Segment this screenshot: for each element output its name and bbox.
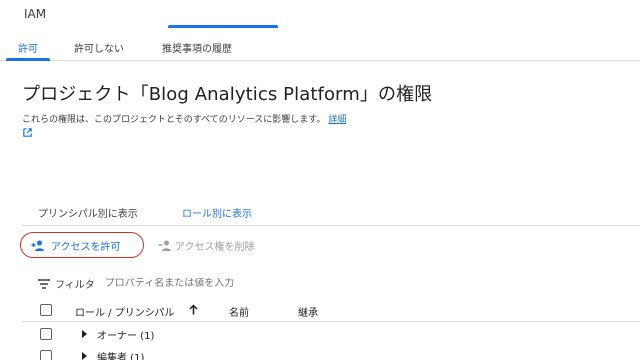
description-text: これらの権限は、このプロジェクトとそのすべてのリソースに影響します。 bbox=[22, 115, 326, 125]
row-checkbox[interactable] bbox=[40, 328, 52, 340]
row-checkbox[interactable] bbox=[40, 350, 52, 360]
column-name[interactable]: 名前 bbox=[229, 304, 249, 319]
filter-input[interactable] bbox=[104, 278, 305, 289]
view-tabs: プリンシパル別に表示 ロール別に表示 bbox=[22, 198, 640, 226]
filter-icon bbox=[38, 278, 50, 289]
select-all-checkbox[interactable] bbox=[40, 304, 52, 316]
page-title: プロジェクト「Blog Analytics Platform」の権限 bbox=[22, 84, 433, 105]
external-link-icon[interactable] bbox=[22, 127, 33, 138]
tab-allow[interactable]: 許可 bbox=[18, 40, 38, 55]
person-remove-icon bbox=[158, 240, 171, 251]
role-editor-label: 編集者 (1) bbox=[97, 353, 145, 360]
grant-access-button[interactable]: アクセスを許可 bbox=[20, 232, 144, 258]
app-title: IAM bbox=[24, 7, 47, 21]
top-bar: IAM bbox=[0, 0, 640, 30]
active-tab-indicator bbox=[6, 58, 50, 61]
tab-deny[interactable]: 許可しない bbox=[74, 40, 124, 55]
filter-label: フィルタ bbox=[55, 280, 95, 291]
view-tab-indicator bbox=[168, 25, 278, 28]
expand-caret-icon[interactable] bbox=[82, 352, 87, 360]
column-role-principal[interactable]: ロール / プリンシパル bbox=[75, 304, 174, 319]
sort-arrow-up-icon[interactable] bbox=[189, 304, 198, 315]
remove-access-button[interactable]: アクセス権を削除 bbox=[158, 238, 255, 253]
tab-recommendation-history[interactable]: 推奨事項の履歴 bbox=[162, 40, 232, 55]
permission-tabs: 許可 許可しない 推奨事項の履歴 bbox=[0, 34, 640, 61]
column-inheritance[interactable]: 継承 bbox=[298, 304, 318, 319]
role-owner-label: オーナー (1) bbox=[97, 331, 155, 342]
person-add-icon bbox=[31, 240, 44, 251]
expand-caret-icon[interactable] bbox=[82, 330, 87, 338]
table-row: 編集者 (1) bbox=[22, 345, 640, 360]
table-row: オーナー (1) bbox=[22, 323, 640, 345]
page-description: これらの権限は、このプロジェクトとそのすべてのリソースに影響します。 詳細 bbox=[22, 112, 346, 125]
filter-bar: フィルタ bbox=[38, 276, 305, 291]
remove-access-label: アクセス権を削除 bbox=[175, 242, 255, 253]
grant-access-label: アクセスを許可 bbox=[51, 241, 121, 253]
table-header: ロール / プリンシパル 名前 継承 bbox=[22, 298, 640, 322]
tab-view-by-role[interactable]: ロール別に表示 bbox=[182, 205, 252, 220]
details-link[interactable]: 詳細 bbox=[328, 115, 346, 125]
tab-view-by-principal[interactable]: プリンシパル別に表示 bbox=[38, 205, 138, 220]
